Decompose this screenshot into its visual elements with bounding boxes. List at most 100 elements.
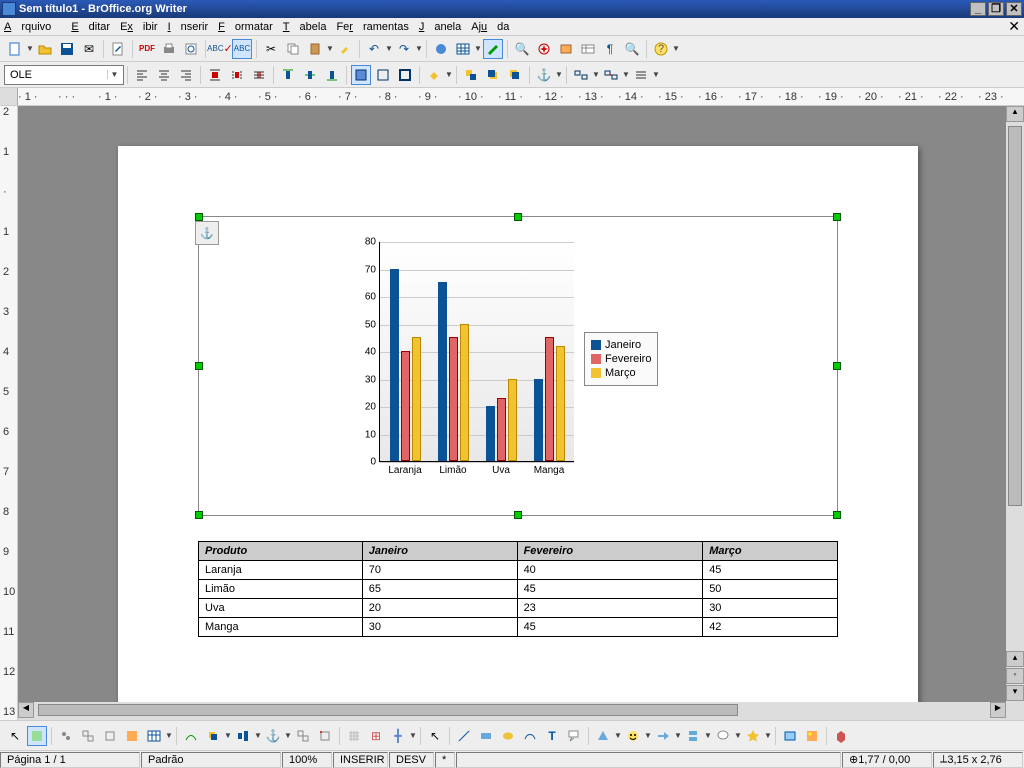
hyperlink-button[interactable] [431, 39, 451, 59]
find-button[interactable]: 🔍 [512, 39, 532, 59]
ellipse-tool[interactable] [498, 726, 518, 746]
position-button[interactable] [293, 726, 313, 746]
resize-handle[interactable] [195, 362, 203, 370]
ruler-vertical[interactable]: 21·12345678910111213 [0, 106, 18, 720]
border-button[interactable] [351, 65, 371, 85]
status-style[interactable]: Padrão [141, 752, 281, 768]
table-row[interactable]: Manga304542 [199, 618, 838, 637]
fontwork-button[interactable] [780, 726, 800, 746]
edit-file-button[interactable] [108, 39, 128, 59]
line-style-button[interactable] [631, 65, 651, 85]
wrap-on-button[interactable] [227, 65, 247, 85]
status-insert[interactable]: INSERIR [333, 752, 388, 768]
print-button[interactable] [159, 39, 179, 59]
table-header[interactable]: Janeiro [362, 542, 517, 561]
menu-arquivo[interactable]: Arquivo [4, 21, 61, 33]
scrollbar-vertical[interactable]: ▲ ▴ ◦ ▾ [1006, 106, 1024, 702]
rotate-button[interactable] [315, 726, 335, 746]
exit-group-button[interactable] [122, 726, 142, 746]
navigator-button[interactable] [534, 39, 554, 59]
ungroup-button[interactable] [78, 726, 98, 746]
bring-front-button[interactable] [483, 65, 503, 85]
callouts-tool[interactable] [713, 726, 733, 746]
table-header[interactable]: Produto [199, 542, 363, 561]
menu-ajuda[interactable]: Ajuda [471, 21, 509, 33]
status-desv[interactable]: DESV [389, 752, 434, 768]
edit-points-button[interactable] [181, 726, 201, 746]
freeform-tool[interactable] [520, 726, 540, 746]
cut-button[interactable]: ✂ [261, 39, 281, 59]
grid-button[interactable] [344, 726, 364, 746]
top-align-button[interactable] [278, 65, 298, 85]
menu-exibir[interactable]: Exibir [120, 21, 158, 33]
rect-tool[interactable] [476, 726, 496, 746]
style-combo[interactable]: OLE ▼ [4, 65, 124, 85]
datasources-button[interactable] [578, 39, 598, 59]
arrange-button[interactable] [203, 726, 223, 746]
snap-button[interactable]: ⊞ [366, 726, 386, 746]
redo-button[interactable]: ↷ [394, 39, 414, 59]
flowchart-tool[interactable] [683, 726, 703, 746]
anchor-obj-button[interactable]: ⚓ [263, 726, 283, 746]
table-row[interactable]: Limão654550 [199, 580, 838, 599]
menu-formatar[interactable]: Formatar [218, 21, 273, 33]
menu-inserir[interactable]: Inserir [168, 21, 209, 33]
table-insert-button[interactable] [144, 726, 164, 746]
ruler-horizontal[interactable]: · 1 ·· · ·· 1 ·· 2 ·· 3 ·· 4 ·· 5 ·· 6 ·… [0, 88, 1024, 106]
preview-button[interactable] [181, 39, 201, 59]
from-file-button[interactable] [802, 726, 822, 746]
gallery-button[interactable] [556, 39, 576, 59]
anchor-button[interactable]: ⚓ [534, 65, 554, 85]
close-document-button[interactable]: ✕ [1008, 18, 1020, 35]
spellcheck-button[interactable]: ABC✓ [210, 39, 230, 59]
callout-tool[interactable] [564, 726, 584, 746]
restore-button[interactable]: ❐ [988, 2, 1004, 16]
format-paintbrush-button[interactable] [335, 39, 355, 59]
new-button[interactable] [5, 39, 25, 59]
autospell-button[interactable]: ABC [232, 39, 252, 59]
menu-editar[interactable]: Editar [71, 21, 110, 33]
wrap-off-button[interactable] [205, 65, 225, 85]
unchain-button[interactable] [601, 65, 621, 85]
menu-ferramentas[interactable]: Ferramentas [336, 21, 408, 33]
nonprinting-button[interactable]: ¶ [600, 39, 620, 59]
nav-button[interactable]: ◦ [1006, 668, 1024, 684]
table-row[interactable]: Uva202330 [199, 599, 838, 618]
resize-handle[interactable] [833, 213, 841, 221]
menu-janela[interactable]: Janela [419, 21, 461, 33]
status-zoom[interactable]: 100% [282, 752, 332, 768]
align-obj-button[interactable] [233, 726, 253, 746]
align-left-button[interactable] [132, 65, 152, 85]
document-area[interactable]: ⚓ 01020304050607080LaranjaLimãoUvaManga … [18, 106, 1006, 702]
middle-align-button[interactable] [300, 65, 320, 85]
close-window-button[interactable]: ✕ [1006, 2, 1022, 16]
resize-handle[interactable] [833, 511, 841, 519]
resize-handle[interactable] [195, 511, 203, 519]
chain-button[interactable] [571, 65, 591, 85]
border-color-button[interactable] [395, 65, 415, 85]
scrollbar-horizontal[interactable]: ◀ ▶ [18, 702, 1006, 720]
chart-object[interactable]: ⚓ 01020304050607080LaranjaLimãoUvaManga … [198, 216, 838, 516]
undo-button[interactable]: ↶ [364, 39, 384, 59]
send-back-button[interactable] [505, 65, 525, 85]
toggle-draw[interactable] [27, 726, 47, 746]
align-right-button[interactable] [176, 65, 196, 85]
resize-handle[interactable] [833, 362, 841, 370]
open-button[interactable] [35, 39, 55, 59]
arrow-tool[interactable]: ↖ [425, 726, 445, 746]
table-header[interactable]: Março [703, 542, 838, 561]
help-button[interactable]: ? [651, 39, 671, 59]
next-page-button[interactable]: ▾ [1006, 685, 1024, 701]
paste-button[interactable] [305, 39, 325, 59]
wrap-through-button[interactable] [249, 65, 269, 85]
select-tool[interactable]: ↖ [5, 726, 25, 746]
align-center-button[interactable] [154, 65, 174, 85]
resize-handle[interactable] [514, 511, 522, 519]
bottom-align-button[interactable] [322, 65, 342, 85]
prev-page-button[interactable]: ▴ [1006, 651, 1024, 667]
resize-handle[interactable] [514, 213, 522, 221]
save-button[interactable] [57, 39, 77, 59]
email-button[interactable]: ✉ [79, 39, 99, 59]
table-row[interactable]: Laranja704045 [199, 561, 838, 580]
copy-button[interactable] [283, 39, 303, 59]
